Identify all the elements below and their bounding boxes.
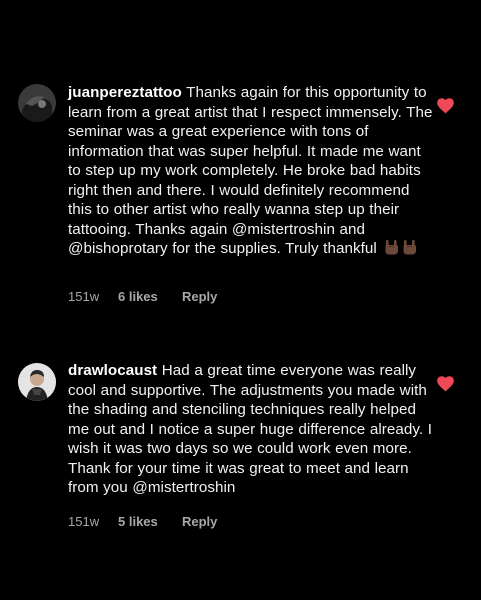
comment-likes-link[interactable]: 6 likes xyxy=(118,289,182,304)
comment-username[interactable]: juanpereztattoo xyxy=(68,84,182,101)
comment-timestamp: 151w xyxy=(68,513,100,529)
comment-text: Had a great time everyone was really coo… xyxy=(68,362,432,496)
comment-meta: 151w 6 likes Reply xyxy=(68,287,217,305)
comment-username[interactable]: drawlocaust xyxy=(68,362,157,379)
avatar-image xyxy=(18,363,56,401)
comment-body: drawlocaust Had a great time everyone wa… xyxy=(68,361,433,498)
avatar[interactable] xyxy=(18,84,56,122)
sign-of-horns-icon xyxy=(384,239,399,255)
comment-timestamp: 151w xyxy=(68,288,100,304)
heart-icon[interactable] xyxy=(437,98,454,114)
avatar-image xyxy=(18,84,56,122)
comment-body: juanpereztattoo Thanks again for this op… xyxy=(68,83,433,259)
comment-text: Thanks again for this opportunity to lea… xyxy=(68,84,433,257)
comment-likes-link[interactable]: 5 likes xyxy=(118,514,182,529)
sign-of-horns-icon xyxy=(402,239,417,255)
reply-button[interactable]: Reply xyxy=(182,514,217,529)
reply-button[interactable]: Reply xyxy=(182,289,217,304)
avatar[interactable] xyxy=(18,363,56,401)
heart-icon[interactable] xyxy=(437,376,454,392)
comment-meta: 151w 5 likes Reply xyxy=(68,512,217,530)
